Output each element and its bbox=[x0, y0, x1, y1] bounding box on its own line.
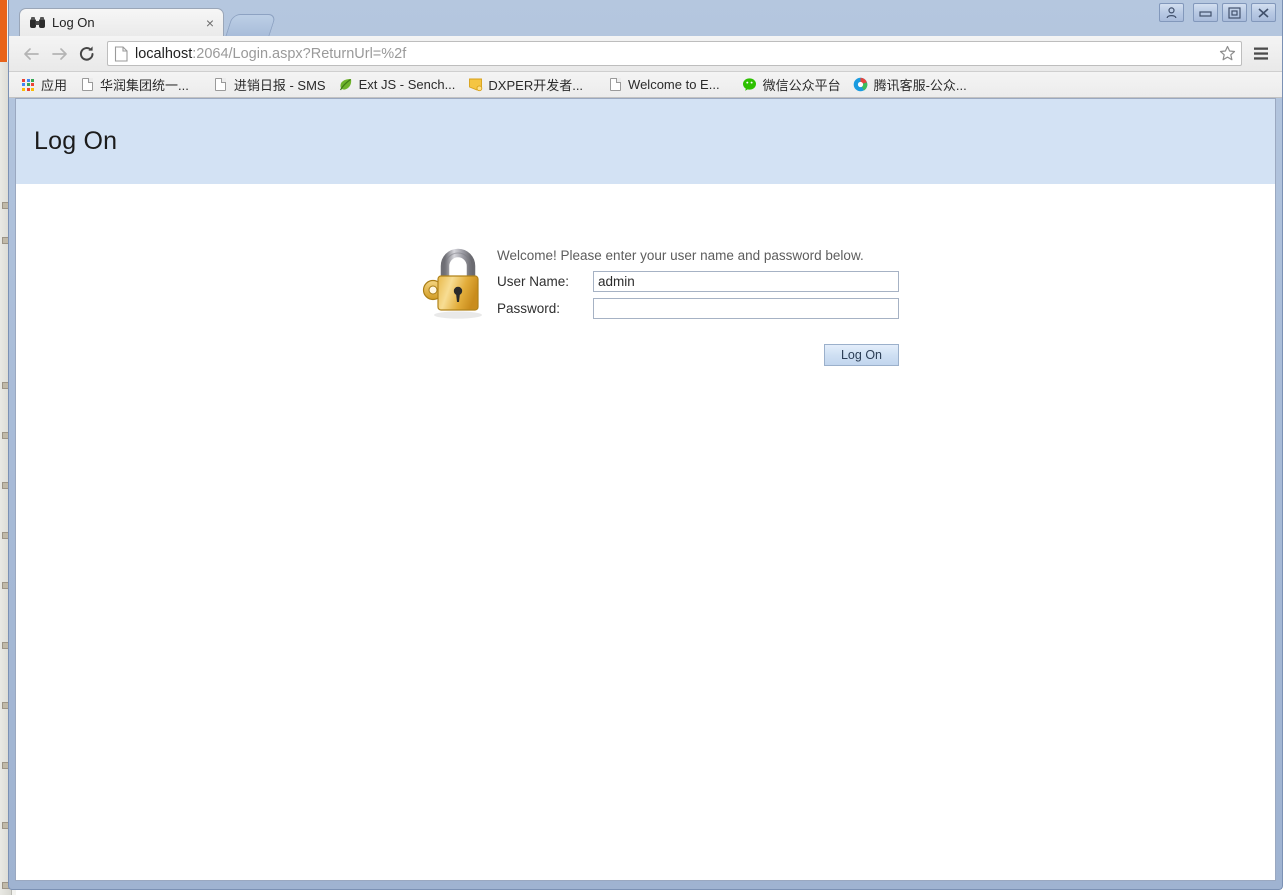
bookmark-label: 应用 bbox=[41, 78, 68, 93]
bookmark-label: 腾讯客服-公众... bbox=[873, 78, 967, 93]
page-doc-icon bbox=[607, 77, 623, 93]
bookmark-wechat[interactable]: 微信公众平台 bbox=[737, 73, 848, 96]
logon-button[interactable]: Log On bbox=[824, 344, 899, 366]
yellow-badge-icon bbox=[467, 77, 483, 93]
password-row: Password: bbox=[497, 298, 899, 319]
back-button[interactable] bbox=[17, 40, 45, 68]
wechat-icon bbox=[742, 77, 758, 93]
reload-icon bbox=[79, 45, 94, 61]
background-app-accent-strip bbox=[0, 0, 7, 62]
tab-log-on[interactable]: Log On × bbox=[19, 8, 224, 36]
bookmark-tencent-kefu[interactable]: 腾讯客服-公众... bbox=[848, 73, 974, 96]
page-doc-icon bbox=[114, 45, 129, 62]
forward-button[interactable] bbox=[45, 40, 73, 68]
login-form: Welcome! Please enter your user name and… bbox=[497, 244, 899, 366]
bookmark-huarun[interactable]: 华润集团统一... bbox=[74, 73, 196, 96]
username-input[interactable] bbox=[593, 271, 899, 292]
password-input[interactable] bbox=[593, 298, 899, 319]
bookmark-sms-report[interactable]: 进销日报 - SMS bbox=[208, 73, 333, 96]
binoculars-icon bbox=[30, 17, 45, 28]
tab-strip: Log On × bbox=[9, 8, 1282, 36]
bookmark-label: DXPER开发者... bbox=[488, 78, 584, 93]
login-panel: Welcome! Please enter your user name and… bbox=[419, 244, 899, 366]
bookmark-label: 微信公众平台 bbox=[762, 78, 841, 93]
page-body: Welcome! Please enter your user name and… bbox=[16, 184, 1275, 880]
logon-button-row: Log On bbox=[497, 344, 899, 366]
tab-close-icon[interactable]: × bbox=[203, 16, 217, 30]
arrow-right-icon bbox=[51, 47, 67, 60]
bookmark-dxper[interactable]: DXPER开发者... bbox=[462, 73, 590, 96]
bookmark-apps[interactable]: 应用 bbox=[15, 73, 74, 96]
password-label: Password: bbox=[497, 301, 561, 316]
bookmark-welcome[interactable]: Welcome to E... bbox=[602, 75, 727, 95]
url-host: localhost bbox=[135, 45, 193, 62]
star-icon bbox=[1219, 45, 1235, 61]
tencent-icon bbox=[853, 77, 869, 93]
tab-title: Log On bbox=[52, 15, 95, 30]
bookmark-label: Ext JS - Sench... bbox=[358, 77, 456, 92]
username-label: User Name: bbox=[497, 274, 570, 289]
browser-menu-button[interactable] bbox=[1248, 41, 1274, 67]
reload-button[interactable] bbox=[73, 40, 101, 68]
page-doc-icon bbox=[79, 77, 95, 93]
page-title: Log On bbox=[34, 127, 118, 155]
address-bar-url: localhost:2064/Login.aspx?ReturnUrl=%2f bbox=[135, 46, 1217, 62]
new-tab-button[interactable] bbox=[225, 14, 277, 36]
page-viewport: Log On Welcome! Please enter your user n… bbox=[15, 98, 1276, 881]
bookmark-label: Welcome to E... bbox=[628, 77, 720, 92]
page-header-banner: Log On bbox=[16, 99, 1275, 184]
apps-grid-icon bbox=[20, 77, 36, 93]
bookmark-label: 华润集团统一... bbox=[100, 78, 189, 93]
address-bar[interactable]: localhost:2064/Login.aspx?ReturnUrl=%2f bbox=[107, 41, 1242, 66]
page-doc-icon bbox=[213, 77, 229, 93]
padlock-key-icon bbox=[419, 244, 489, 324]
arrow-left-icon bbox=[23, 47, 39, 60]
bookmarks-bar: 应用 华润集团统一... 进销日报 - SMS Ext JS - Sench..… bbox=[9, 72, 1282, 98]
bookmark-extjs[interactable]: Ext JS - Sench... bbox=[333, 75, 463, 95]
welcome-message: Welcome! Please enter your user name and… bbox=[497, 248, 864, 263]
browser-window: Log On × localhost:2064/Login.aspx?Retur… bbox=[8, 0, 1283, 890]
hamburger-menu-icon bbox=[1254, 47, 1268, 60]
url-path: :2064/Login.aspx?ReturnUrl=%2f bbox=[192, 45, 407, 62]
browser-toolbar: localhost:2064/Login.aspx?ReturnUrl=%2f bbox=[9, 36, 1282, 72]
green-leaf-icon bbox=[338, 77, 354, 93]
bookmark-label: 进销日报 - SMS bbox=[233, 78, 326, 93]
bookmark-star-button[interactable] bbox=[1217, 44, 1237, 64]
username-row: User Name: bbox=[497, 271, 899, 292]
